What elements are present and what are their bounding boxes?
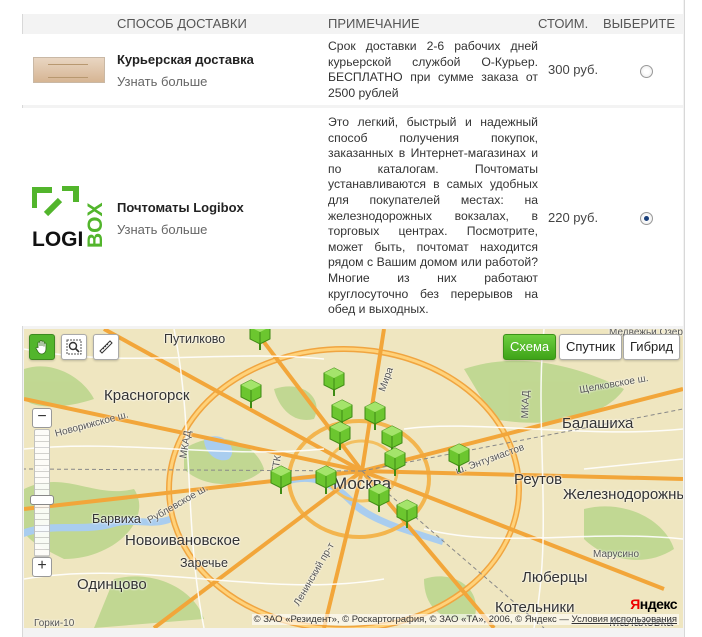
top-strip: [22, 0, 683, 14]
header-note: ПРИМЕЧАНИЕ: [328, 16, 420, 31]
logibox-pin-marker[interactable]: [384, 447, 406, 477]
hand-icon: [35, 340, 47, 355]
ruler-icon: [99, 340, 113, 354]
logibox-pin-marker[interactable]: [323, 367, 345, 397]
courier-envelope-image: [33, 57, 105, 83]
map-label: Красногорск: [104, 387, 190, 404]
map-label: Одинцово: [77, 576, 147, 593]
delivery-name: Курьерская доставка: [117, 52, 254, 67]
map-label: Барвиха: [92, 512, 141, 526]
zoom-in-button[interactable]: +: [32, 557, 52, 577]
logibox-pin-marker[interactable]: [240, 379, 262, 409]
map-label: Новоивановское: [125, 532, 241, 549]
delivery-price: 300 руб.: [548, 62, 599, 77]
map-type-hybrid-button[interactable]: Гибрид: [623, 334, 681, 360]
logibox-pin-marker[interactable]: [249, 329, 271, 351]
header-cost: СТОИМ.: [538, 16, 589, 31]
ruler-tool-button[interactable]: [93, 334, 119, 360]
terms-of-use-link[interactable]: Условия использования: [572, 614, 677, 625]
map-label: Балашиха: [562, 415, 634, 432]
logo-text-box: BOX: [84, 202, 107, 248]
hand-tool-button[interactable]: [29, 334, 55, 360]
map-label: Марусино: [593, 549, 640, 560]
map-label: Железнодорожный: [563, 486, 683, 503]
map-label: Заречье: [180, 556, 228, 570]
delivery-note: Это легкий, быстрый и надежный способ по…: [328, 115, 538, 317]
map-label: Горки-10: [34, 618, 75, 628]
delivery-row-logibox: LOGI BOX Почтоматы Logibox Узнать больше…: [22, 108, 683, 326]
zoom-slider-handle[interactable]: [30, 495, 54, 505]
delivery-radio-logibox[interactable]: [640, 212, 653, 225]
delivery-row-courier: Курьерская доставка Узнать больше Срок д…: [22, 34, 683, 105]
header-method: СПОСОБ ДОСТАВКИ: [117, 16, 247, 31]
delivery-name: Почтоматы Logibox: [117, 200, 244, 215]
table-header: СПОСОБ ДОСТАВКИ ПРИМЕЧАНИЕ СТОИМ. ВЫБЕРИ…: [22, 14, 683, 34]
header-choose: ВЫБЕРИТЕ: [603, 16, 676, 31]
learn-more-link[interactable]: Узнать больше: [117, 74, 207, 89]
map-type-scheme-button[interactable]: Схема: [503, 334, 557, 360]
logibox-pin-marker[interactable]: [329, 421, 351, 451]
magnifier-tool-button[interactable]: [61, 334, 87, 360]
yandex-logo: Яндекс: [630, 596, 677, 612]
logibox-pin-marker[interactable]: [368, 483, 390, 513]
delivery-radio-courier[interactable]: [640, 65, 653, 78]
map-label: Люберцы: [522, 569, 588, 586]
logo-text-logi: LOGI: [32, 228, 83, 250]
map-label: Реутов: [514, 471, 563, 488]
map-label: Путилково: [164, 332, 226, 346]
zoom-slider-track[interactable]: [34, 429, 50, 557]
zoom-out-button[interactable]: −: [32, 408, 52, 428]
logibox-pin-marker[interactable]: [315, 465, 337, 495]
logibox-logo: LOGI BOX: [32, 186, 107, 250]
map-copyright: © ЗАО «Резидент», © Роскартография, © ЗА…: [251, 614, 679, 625]
logibox-pin-marker[interactable]: [270, 465, 292, 495]
learn-more-link[interactable]: Узнать больше: [117, 222, 207, 237]
yandex-map[interactable]: Путилково Красногорск Медвежьи Озера Бал…: [24, 329, 683, 628]
delivery-price: 220 руб.: [548, 210, 599, 225]
map-label: МКАД: [519, 390, 532, 419]
logibox-pin-marker[interactable]: [448, 443, 470, 473]
logibox-pin-marker[interactable]: [396, 499, 418, 529]
map-type-satellite-button[interactable]: Спутник: [559, 334, 623, 360]
delivery-note: Срок доставки 2-6 рабочих дней курьерско…: [328, 39, 538, 100]
magnifier-icon: [66, 339, 82, 355]
